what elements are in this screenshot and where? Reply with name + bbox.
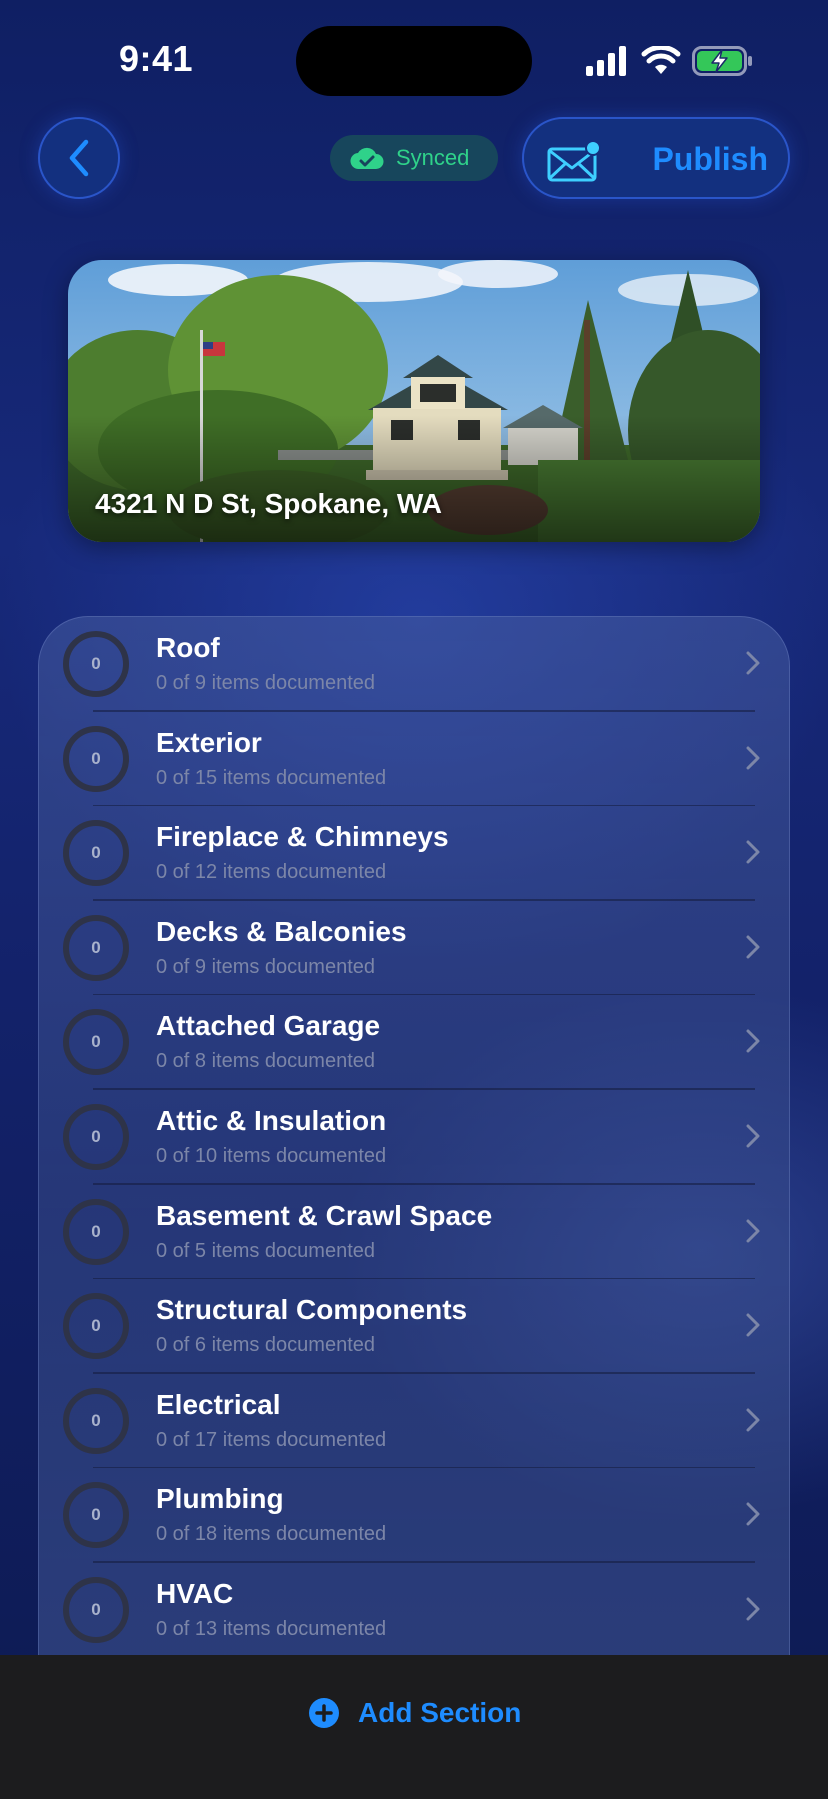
dynamic-island xyxy=(296,26,532,96)
wifi-icon xyxy=(641,46,681,74)
add-section-button[interactable]: Add Section xyxy=(308,1693,521,1733)
status-icons xyxy=(586,44,756,78)
battery-charging-icon xyxy=(692,46,752,76)
section-subtitle: 0 of 15 items documented xyxy=(156,766,387,789)
section-subtitle: 0 of 13 items documented xyxy=(156,1618,387,1640)
progress-ring: 0 xyxy=(63,1293,129,1360)
section-title: Structural Components xyxy=(156,1294,468,1326)
section-title: Decks & Balconies xyxy=(156,915,407,947)
section-subtitle: 0 of 9 items documented xyxy=(156,672,376,694)
progress-ring: 0 xyxy=(63,1387,129,1454)
chevron-right-icon xyxy=(746,1219,760,1243)
section-subtitle: 0 of 12 items documented xyxy=(156,861,387,884)
bottom-bar: Add Section xyxy=(0,1655,828,1799)
publish-button[interactable]: Publish xyxy=(522,117,790,199)
sections-list: 0 Roof 0 of 9 items documented 0 Exterio… xyxy=(38,616,790,1656)
chevron-right-icon xyxy=(746,746,760,770)
chevron-right-icon xyxy=(746,1502,760,1526)
section-subtitle: 0 of 5 items documented xyxy=(156,1239,376,1262)
section-row-attic-insulation[interactable]: 0 Attic & Insulation 0 of 10 items docum… xyxy=(39,1090,789,1185)
progress-ring: 0 xyxy=(63,631,129,697)
section-subtitle: 0 of 6 items documented xyxy=(156,1334,376,1357)
progress-ring: 0 xyxy=(63,1482,129,1549)
progress-ring: 0 xyxy=(63,820,129,887)
section-row-decks-balconies[interactable]: 0 Decks & Balconies 0 of 9 items documen… xyxy=(39,901,789,996)
section-title: Electrical xyxy=(156,1388,281,1420)
chevron-right-icon xyxy=(746,935,760,959)
progress-ring: 0 xyxy=(63,1104,129,1170)
mail-badge-icon xyxy=(547,140,601,182)
chevron-right-icon xyxy=(746,651,760,675)
chevron-right-icon xyxy=(746,1029,760,1053)
section-title: Exterior xyxy=(156,726,262,758)
cloud-check-icon xyxy=(350,147,384,170)
progress-ring: 0 xyxy=(63,1577,129,1643)
cellular-signal-icon xyxy=(586,46,626,76)
section-title: Attached Garage xyxy=(156,1010,381,1042)
progress-ring: 0 xyxy=(63,725,129,792)
section-title: Basement & Crawl Space xyxy=(156,1199,493,1231)
section-row-electrical[interactable]: 0 Electrical 0 of 17 items documented xyxy=(39,1374,789,1469)
progress-ring: 0 xyxy=(63,914,129,981)
section-subtitle: 0 of 8 items documented xyxy=(156,1050,376,1073)
plus-circle-icon xyxy=(309,1698,339,1728)
chevron-right-icon xyxy=(746,1597,760,1621)
status-time: 9:41 xyxy=(118,38,194,79)
sync-status-label: Synced xyxy=(396,145,470,170)
section-subtitle: 0 of 10 items documented xyxy=(156,1145,387,1167)
sync-status-badge: Synced xyxy=(330,135,498,181)
section-row-exterior[interactable]: 0 Exterior 0 of 15 items documented xyxy=(39,712,789,807)
section-row-basement-crawl-space[interactable]: 0 Basement & Crawl Space 0 of 5 items do… xyxy=(39,1185,789,1280)
section-row-hvac[interactable]: 0 HVAC 0 of 13 items documented xyxy=(39,1563,789,1656)
property-address: 4321 N D St, Spokane, WA xyxy=(95,488,442,519)
section-subtitle: 0 of 9 items documented xyxy=(156,955,376,978)
back-button[interactable] xyxy=(38,117,120,199)
section-row-structural-components[interactable]: 0 Structural Components 0 of 6 items doc… xyxy=(39,1279,789,1374)
section-row-fireplace-chimneys[interactable]: 0 Fireplace & Chimneys 0 of 12 items doc… xyxy=(39,806,789,901)
chevron-right-icon xyxy=(746,840,760,864)
section-title: Fireplace & Chimneys xyxy=(156,821,449,853)
property-hero-card[interactable]: 4321 N D St, Spokane, WA xyxy=(68,260,760,542)
chevron-right-icon xyxy=(746,1408,760,1432)
section-row-roof[interactable]: 0 Roof 0 of 9 items documented xyxy=(39,617,789,712)
add-section-label: Add Section xyxy=(358,1697,522,1728)
section-row-attached-garage[interactable]: 0 Attached Garage 0 of 8 items documente… xyxy=(39,995,789,1090)
section-title: Plumbing xyxy=(156,1483,284,1515)
section-title: Roof xyxy=(156,632,220,663)
publish-label: Publish xyxy=(652,141,768,177)
progress-ring: 0 xyxy=(63,1009,129,1076)
progress-ring: 0 xyxy=(63,1198,129,1265)
status-bar: 9:41 xyxy=(0,0,828,120)
chevron-left-icon xyxy=(69,139,89,177)
section-subtitle: 0 of 18 items documented xyxy=(156,1523,387,1546)
section-subtitle: 0 of 17 items documented xyxy=(156,1428,387,1451)
section-row-plumbing[interactable]: 0 Plumbing 0 of 18 items documented xyxy=(39,1468,789,1563)
section-title: Attic & Insulation xyxy=(156,1105,387,1136)
chevron-right-icon xyxy=(746,1313,760,1337)
chevron-right-icon xyxy=(746,1124,760,1148)
section-title: HVAC xyxy=(156,1578,234,1609)
